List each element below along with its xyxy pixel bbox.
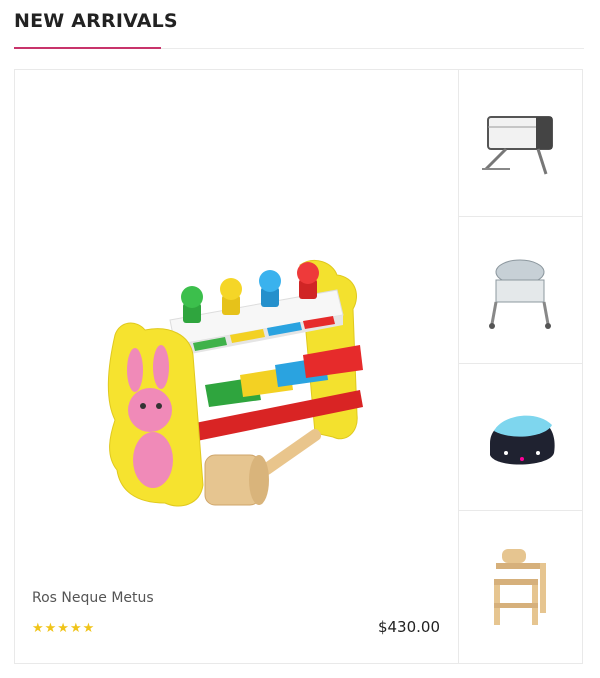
product-name[interactable]: Ros Neque Metus [32,590,154,606]
wooden-pound-toy-image[interactable] [75,185,405,515]
thumbnail-item[interactable] [458,70,582,217]
thumbnail-item[interactable] [458,511,582,663]
section-title: NEW ARRIVALS [14,10,178,32]
bedside-crib-image [482,116,553,175]
section-header: NEW ARRIVALS [14,8,584,49]
products-frame: Ros Neque Metus ★★★★★ $430.00 [14,69,583,664]
wooden-high-chair-image [494,549,546,625]
bean-bag-chair-image [490,415,555,465]
title-underline [14,47,161,49]
thumbnail-item[interactable] [458,364,582,511]
thumbnail-list [458,70,582,663]
featured-product-card[interactable]: Ros Neque Metus ★★★★★ $430.00 [15,70,459,663]
product-price: $430.00 [377,618,440,636]
bassinet-playard-image [489,259,551,329]
thumbnail-item[interactable] [458,217,582,364]
rating-stars: ★★★★★ [32,621,96,636]
